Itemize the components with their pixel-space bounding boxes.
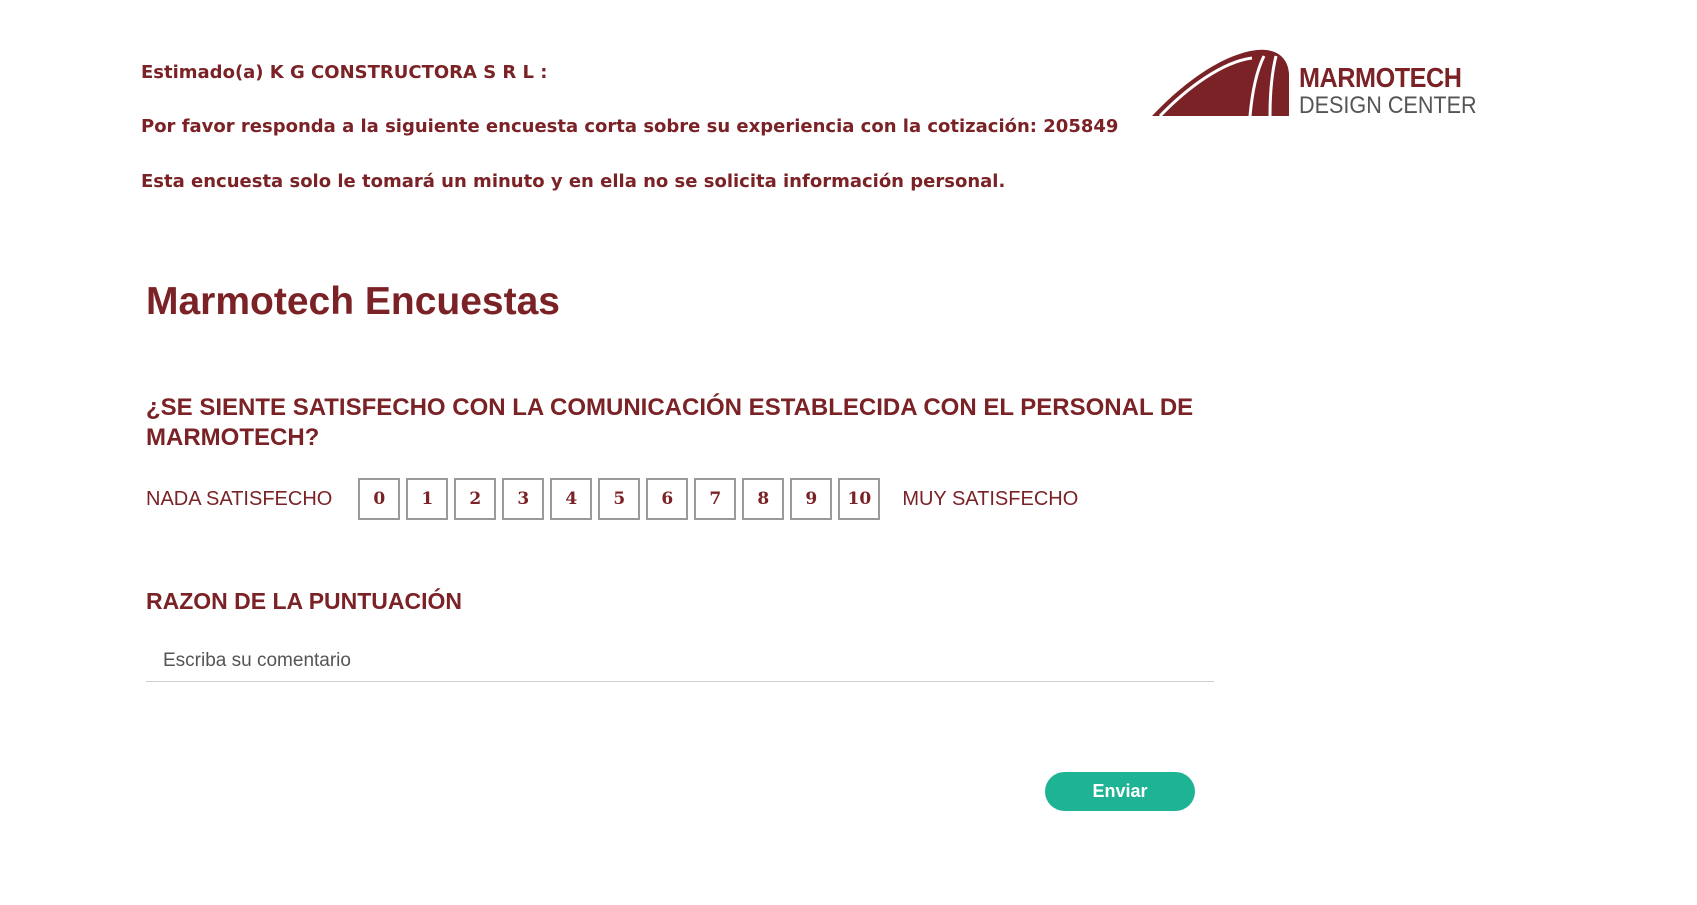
greeting-text: Estimado(a) K G CONSTRUCTORA S R L : — [141, 62, 548, 83]
survey-question: ¿SE SIENTE SATISFECHO CON LA COMUNICACIÓ… — [146, 394, 1194, 451]
logo-brand-subtitle: DESIGN CENTER — [1299, 92, 1477, 119]
rating-option-10[interactable]: 10 — [838, 478, 881, 520]
scale-high-label: MUY SATISFECHO — [902, 487, 1079, 510]
rating-option-7[interactable]: 7 — [694, 478, 737, 520]
rating-options: 0 1 2 3 4 5 6 7 8 9 10 — [358, 478, 881, 520]
arch-logo-icon — [1152, 49, 1289, 118]
rating-option-2[interactable]: 2 — [454, 478, 497, 520]
rating-option-4[interactable]: 4 — [550, 478, 593, 520]
rating-option-8[interactable]: 8 — [742, 478, 785, 520]
page-title: Marmotech Encuestas — [146, 280, 560, 323]
survey-request-text: Por favor responda a la siguiente encues… — [141, 116, 1119, 137]
comment-input[interactable] — [146, 640, 1214, 682]
reason-label: RAZON DE LA PUNTUACIÓN — [146, 588, 463, 614]
submit-button[interactable]: Enviar — [1045, 772, 1195, 811]
rating-option-9[interactable]: 9 — [790, 478, 833, 520]
marmotech-logo: MARMOTECH DESIGN CENTER — [1152, 40, 1477, 120]
rating-option-0[interactable]: 0 — [358, 478, 401, 520]
logo-brand-name: MARMOTECH — [1299, 62, 1462, 93]
rating-scale: NADA SATISFECHO 0 1 2 3 4 5 6 7 8 9 10 M… — [146, 476, 1078, 522]
scale-low-label: NADA SATISFECHO — [146, 487, 333, 510]
rating-option-6[interactable]: 6 — [646, 478, 689, 520]
rating-option-5[interactable]: 5 — [598, 478, 641, 520]
survey-note-text: Esta encuesta solo le tomará un minuto y… — [141, 171, 1006, 192]
rating-option-3[interactable]: 3 — [502, 478, 545, 520]
rating-option-1[interactable]: 1 — [406, 478, 449, 520]
